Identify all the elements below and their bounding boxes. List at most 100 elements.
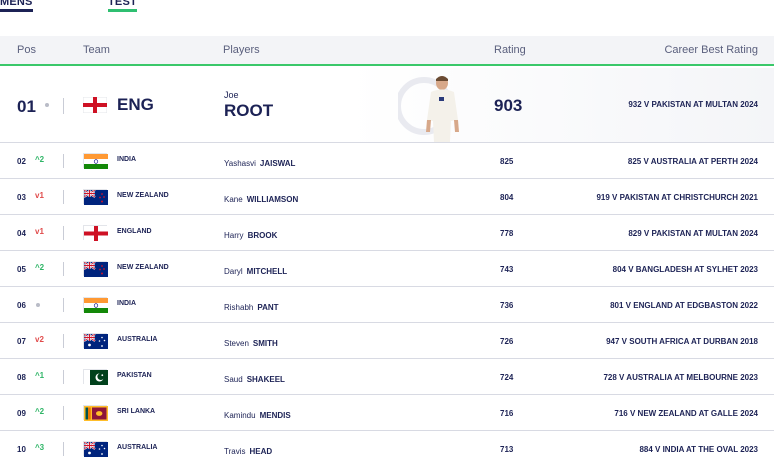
table-row[interactable]: 03 v1 NEW ZEALAND Kane WILLIAMSON 804 919 V PA… xyxy=(0,179,774,215)
player-last-name: MENDIS xyxy=(259,411,291,420)
team-name: INDIA xyxy=(117,156,137,163)
player-name[interactable]: Rishabh PANT xyxy=(224,303,279,312)
divider xyxy=(63,334,64,348)
career-best-rating: 829 V PAKISTAN AT MULTAN 2024 xyxy=(628,229,758,238)
pakistan-flag-icon xyxy=(83,369,108,385)
player-last-name: BROOK xyxy=(247,231,278,240)
player-photo xyxy=(395,72,470,142)
top-player-first-name: Joe xyxy=(224,90,239,100)
position: 04 xyxy=(17,229,26,238)
top-ranked-row[interactable]: 01 ENG Joe ROOT 903 932 V PAKISTAN AT MU… xyxy=(0,68,774,143)
rating-value: 724 xyxy=(500,373,514,382)
tab-test-label: TEST xyxy=(108,0,137,8)
divider xyxy=(63,262,64,276)
table-row[interactable]: 02 ^2 INDIA Yashasvi JAISWAL 825 825 V AUSTRAL… xyxy=(0,143,774,179)
career-best-rating: 919 V PAKISTAN AT CHRISTCHURCH 2021 xyxy=(596,193,758,202)
player-name[interactable]: Yashasvi JAISWAL xyxy=(224,159,295,168)
header-pos: Pos xyxy=(17,44,36,56)
divider xyxy=(63,442,64,456)
divider xyxy=(63,298,64,312)
table-row[interactable]: 06 INDIA Rishabh PANT 736 801 V ENGLAND AT ED… xyxy=(0,287,774,323)
player-first-name: Kane xyxy=(224,195,243,204)
rating-value: 713 xyxy=(500,445,514,454)
player-name[interactable]: Saud SHAKEEL xyxy=(224,375,285,384)
table-row[interactable]: 07 v2 AUSTRALIA Steven SMITH 726 947 V SOUTH A… xyxy=(0,323,774,359)
player-name[interactable]: Travis HEAD xyxy=(224,447,272,456)
tab-test[interactable]: TEST xyxy=(108,0,137,12)
india-flag-icon xyxy=(83,153,108,169)
position: 02 xyxy=(17,157,26,166)
table-row[interactable]: 09 ^2 SRI LANKA Kamindu MENDIS 716 716 V NEW Z… xyxy=(0,395,774,431)
table-header: Pos Team Players Rating Career Best Rati… xyxy=(0,36,774,66)
player-first-name: Daryl xyxy=(224,267,243,276)
rating-value: 726 xyxy=(500,337,514,346)
top-rating: 903 xyxy=(494,96,523,115)
team-name: NEW ZEALAND xyxy=(117,192,169,199)
table-row[interactable]: 05 ^2 NEW ZEALAND Daryl MITCHELL 743 804 V BAN… xyxy=(0,251,774,287)
new-zealand-flag-icon xyxy=(83,261,108,277)
player-name[interactable]: Steven SMITH xyxy=(224,339,278,348)
team-name: AUSTRALIA xyxy=(117,444,158,451)
position: 05 xyxy=(17,265,26,274)
header-career-best: Career Best Rating xyxy=(664,44,758,56)
table-row[interactable]: 04 v1 ENGLAND Harry BROOK 778 829 V PAKISTAN A… xyxy=(0,215,774,251)
rankings-tabs: MENS TEST xyxy=(0,0,774,14)
india-flag-icon xyxy=(83,297,108,313)
team-name: AUSTRALIA xyxy=(117,336,158,343)
table-row[interactable]: 10 ^3 AUSTRALIA Travis HEAD 713 884 V INDIA AT… xyxy=(0,431,774,464)
career-best-rating: 825 V AUSTRALIA AT PERTH 2024 xyxy=(627,157,758,166)
position: 03 xyxy=(17,193,26,202)
rating-value: 825 xyxy=(500,157,514,166)
rating-value: 736 xyxy=(500,301,514,310)
rank-up-icon: ^3 xyxy=(35,443,45,452)
england-flag-icon xyxy=(83,225,108,241)
rating-value: 716 xyxy=(500,409,514,418)
no-change-icon xyxy=(45,103,49,107)
england-flag-icon xyxy=(82,96,108,114)
rank-down-icon: v1 xyxy=(35,191,44,200)
team-name: INDIA xyxy=(117,300,137,307)
player-name[interactable]: Kamindu MENDIS xyxy=(224,411,291,420)
career-best-rating: 728 V AUSTRALIA AT MELBOURNE 2023 xyxy=(603,373,758,382)
no-change-icon xyxy=(36,303,40,307)
rank-up-icon: ^1 xyxy=(35,371,45,380)
sri-lanka-flag-icon xyxy=(83,405,108,421)
divider xyxy=(63,190,64,204)
top-team: ENG xyxy=(117,95,154,114)
rank-down-icon: v1 xyxy=(35,227,44,236)
top-player-last-name: ROOT xyxy=(224,101,274,120)
top-career-best: 932 V PAKISTAN AT MULTAN 2024 xyxy=(628,100,758,109)
australia-flag-icon xyxy=(83,333,108,349)
player-first-name: Steven xyxy=(224,339,249,348)
australia-flag-icon xyxy=(83,441,108,457)
team-name: ENGLAND xyxy=(117,228,152,235)
player-last-name: PANT xyxy=(257,303,279,312)
rating-value: 778 xyxy=(500,229,514,238)
header-team: Team xyxy=(83,44,110,56)
rating-value: 804 xyxy=(500,193,514,202)
tab-mens-label: MENS xyxy=(0,0,33,8)
tab-test-underline xyxy=(108,9,137,12)
position: 06 xyxy=(17,301,26,310)
rank-down-icon: v2 xyxy=(35,335,44,344)
career-best-rating: 804 V BANGLADESH AT SYLHET 2023 xyxy=(612,265,758,274)
career-best-rating: 801 V ENGLAND AT EDGBASTON 2022 xyxy=(610,301,758,310)
career-best-rating: 947 V SOUTH AFRICA AT DURBAN 2018 xyxy=(606,337,758,346)
divider xyxy=(63,154,64,168)
divider xyxy=(63,406,64,420)
position: 07 xyxy=(17,337,26,346)
header-rating: Rating xyxy=(494,44,526,56)
rank-up-icon: ^2 xyxy=(35,263,45,272)
player-name[interactable]: Kane WILLIAMSON xyxy=(224,195,298,204)
player-first-name: Travis xyxy=(224,447,246,456)
player-first-name: Rishabh xyxy=(224,303,254,312)
player-name[interactable]: Harry BROOK xyxy=(224,231,277,240)
rank-up-icon: ^2 xyxy=(35,407,45,416)
player-name[interactable]: Daryl MITCHELL xyxy=(224,267,287,276)
player-last-name: JAISWAL xyxy=(259,159,296,168)
rank-up-icon: ^2 xyxy=(35,155,45,164)
tab-mens[interactable]: MENS xyxy=(0,0,33,12)
table-row[interactable]: 08 ^1 PAKISTAN Saud SHAKEEL 724 728 V AUSTRALI… xyxy=(0,359,774,395)
player-last-name: HEAD xyxy=(249,447,273,456)
divider xyxy=(63,370,64,384)
